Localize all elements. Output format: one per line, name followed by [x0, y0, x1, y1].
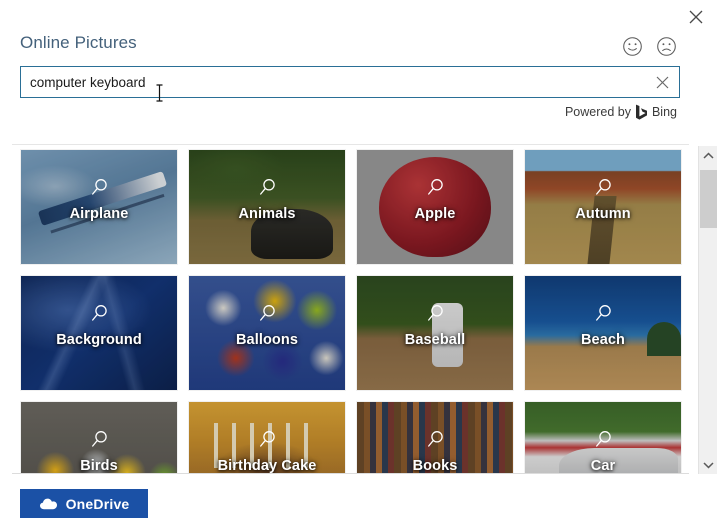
chevron-up-icon	[703, 152, 714, 159]
gallery-tile[interactable]: Baseball	[356, 275, 514, 391]
gallery-tile[interactable]: Balloons	[188, 275, 346, 391]
tile-label: Car	[590, 458, 616, 474]
magnifier-icon	[260, 179, 275, 195]
tile-label: Animals	[238, 206, 296, 222]
gallery-tile[interactable]: Birthday Cake	[188, 401, 346, 474]
online-pictures-dialog: Online Pictures Powered by	[0, 0, 717, 528]
smiley-sad-icon[interactable]	[656, 36, 677, 57]
page-title: Online Pictures	[20, 33, 137, 52]
magnifier-icon	[596, 431, 611, 447]
gallery-tile[interactable]: Autumn	[524, 149, 682, 265]
scrollbar-thumb[interactable]	[700, 170, 717, 228]
magnifier-icon	[92, 431, 107, 447]
bing-wordmark: Bing	[651, 105, 677, 119]
gallery-scrollbar[interactable]	[698, 146, 717, 474]
magnifier-icon	[260, 305, 275, 321]
magnifier-icon	[92, 305, 107, 321]
bing-logo-icon	[635, 104, 647, 120]
magnifier-icon	[92, 179, 107, 195]
gallery-tile[interactable]: Car	[524, 401, 682, 474]
chevron-down-icon	[703, 461, 714, 468]
close-icon	[689, 10, 703, 24]
gallery-tile[interactable]: Beach	[524, 275, 682, 391]
tile-label: Birds	[80, 458, 118, 474]
tile-label: Beach	[580, 332, 626, 348]
tile-label: Apple	[414, 206, 456, 222]
magnifier-icon	[596, 305, 611, 321]
magnifier-icon	[596, 179, 611, 195]
clear-search-button[interactable]	[645, 67, 679, 97]
tile-label: Birthday Cake	[217, 458, 317, 474]
magnifier-icon	[428, 179, 443, 195]
gallery-tile[interactable]: Birds	[20, 401, 178, 474]
clear-x-icon	[656, 76, 668, 88]
onedrive-label: OneDrive	[65, 495, 130, 512]
magnifier-icon	[428, 305, 443, 321]
scrollbar-up-button[interactable]	[699, 146, 717, 165]
gallery-tile[interactable]: Background	[20, 275, 178, 391]
gallery-tile[interactable]: Airplane	[20, 149, 178, 265]
gallery-tile[interactable]: Books	[356, 401, 514, 474]
search-input[interactable]	[21, 67, 645, 97]
scrollbar-down-button[interactable]	[699, 455, 717, 474]
tile-label: Background	[56, 332, 142, 348]
magnifier-icon	[260, 431, 275, 447]
search-box[interactable]	[20, 66, 680, 98]
feedback-buttons	[622, 36, 677, 57]
magnifier-icon	[428, 431, 443, 447]
powered-by-text: Powered by	[564, 105, 631, 119]
powered-by-bing: Powered by Bing	[565, 104, 677, 120]
cloud-icon	[39, 498, 57, 510]
onedrive-button[interactable]: OneDrive	[20, 489, 148, 518]
gallery-tile[interactable]: Apple	[356, 149, 514, 265]
tile-label: Books	[412, 458, 458, 474]
close-button[interactable]	[681, 4, 711, 30]
image-gallery: Airplane Animals Apple Autumn Background Ball…	[12, 144, 689, 474]
gallery-tile[interactable]: Animals	[188, 149, 346, 265]
tile-label: Autumn	[575, 206, 631, 222]
smiley-happy-icon[interactable]	[622, 36, 643, 57]
tile-label: Airplane	[69, 206, 129, 222]
image-grid: Airplane Animals Apple Autumn Background Ball…	[20, 149, 682, 474]
tile-label: Balloons	[235, 332, 299, 348]
tile-label: Baseball	[404, 332, 466, 348]
